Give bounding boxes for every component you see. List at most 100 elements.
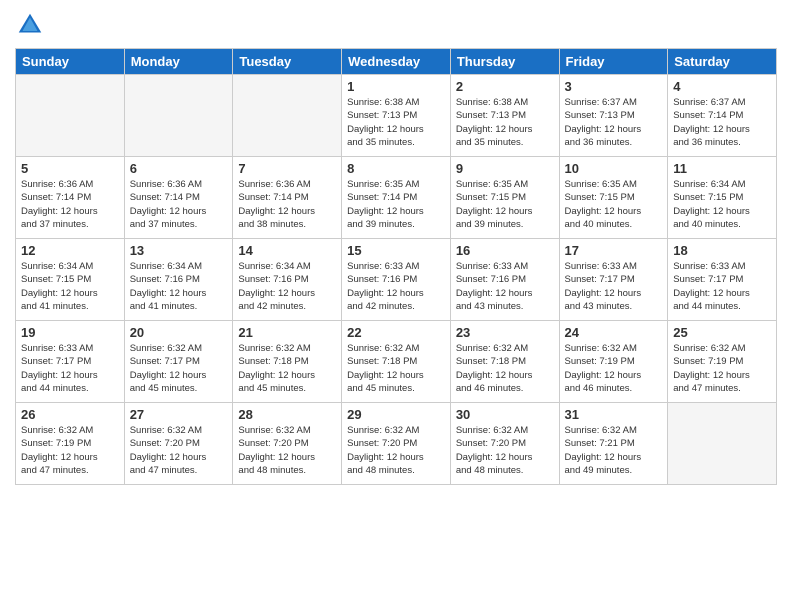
day-info: Sunrise: 6:34 AM Sunset: 7:15 PM Dayligh… [21, 260, 119, 313]
day-info: Sunrise: 6:32 AM Sunset: 7:20 PM Dayligh… [238, 424, 336, 477]
calendar-week-5: 26 Sunrise: 6:32 AM Sunset: 7:19 PM Dayli… [16, 403, 777, 485]
calendar-week-2: 5 Sunrise: 6:36 AM Sunset: 7:14 PM Daylig… [16, 157, 777, 239]
calendar-cell: 1Sunrise: 6:38 AM Sunset: 7:13 PM Daylig… [342, 75, 451, 157]
calendar-week-3: 12 Sunrise: 6:34 AM Sunset: 7:15 PM Dayli… [16, 239, 777, 321]
calendar-cell [668, 403, 777, 485]
day-number: 3 [565, 79, 663, 94]
day-info: Sunrise: 6:32 AM Sunset: 7:18 PM Dayligh… [347, 342, 445, 395]
calendar-header-thursday: Thursday [450, 49, 559, 75]
day-number: 14 [238, 243, 336, 258]
day-info: Sunrise: 6:32 AM Sunset: 7:19 PM Dayligh… [565, 342, 663, 395]
day-info: Sunrise: 6:32 AM Sunset: 7:17 PM Dayligh… [130, 342, 228, 395]
day-number: 16 [456, 243, 554, 258]
day-number: 2 [456, 79, 554, 94]
day-info: Sunrise: 6:33 AM Sunset: 7:17 PM Dayligh… [673, 260, 771, 313]
day-number: 30 [456, 407, 554, 422]
day-number: 12 [21, 243, 119, 258]
calendar-cell: 18Sunrise: 6:33 AM Sunset: 7:17 PM Dayli… [668, 239, 777, 321]
calendar-header-monday: Monday [124, 49, 233, 75]
day-number: 24 [565, 325, 663, 340]
calendar-cell: 3 Sunrise: 6:37 AM Sunset: 7:13 PM Daylig… [559, 75, 668, 157]
day-number: 6 [130, 161, 228, 176]
day-number: 13 [130, 243, 228, 258]
calendar-header-saturday: Saturday [668, 49, 777, 75]
calendar-cell: 31 Sunrise: 6:32 AM Sunset: 7:21 PM Dayli… [559, 403, 668, 485]
day-info: Sunrise: 6:37 AM Sunset: 7:13 PM Dayligh… [565, 96, 663, 149]
day-number: 15 [347, 243, 445, 258]
day-number: 4 [673, 79, 771, 94]
day-info: Sunrise: 6:37 AM Sunset: 7:14 PM Dayligh… [673, 96, 771, 149]
calendar-cell: 4 Sunrise: 6:37 AM Sunset: 7:14 PM Daylig… [668, 75, 777, 157]
page: SundayMondayTuesdayWednesdayThursdayFrid… [0, 0, 792, 612]
day-info: Sunrise: 6:32 AM Sunset: 7:20 PM Dayligh… [347, 424, 445, 477]
calendar-week-1: 1Sunrise: 6:38 AM Sunset: 7:13 PM Daylig… [16, 75, 777, 157]
calendar-cell: 6 Sunrise: 6:36 AM Sunset: 7:14 PM Daylig… [124, 157, 233, 239]
calendar-cell: 19 Sunrise: 6:33 AM Sunset: 7:17 PM Dayli… [16, 321, 125, 403]
calendar-cell: 12 Sunrise: 6:34 AM Sunset: 7:15 PM Dayli… [16, 239, 125, 321]
day-number: 29 [347, 407, 445, 422]
calendar-cell: 21 Sunrise: 6:32 AM Sunset: 7:18 PM Dayli… [233, 321, 342, 403]
calendar-cell [124, 75, 233, 157]
logo-icon [15, 10, 45, 40]
calendar-header: SundayMondayTuesdayWednesdayThursdayFrid… [16, 49, 777, 75]
calendar-cell: 28 Sunrise: 6:32 AM Sunset: 7:20 PM Dayli… [233, 403, 342, 485]
calendar-cell: 17 Sunrise: 6:33 AM Sunset: 7:17 PM Dayli… [559, 239, 668, 321]
day-info: Sunrise: 6:32 AM Sunset: 7:20 PM Dayligh… [130, 424, 228, 477]
day-info: Sunrise: 6:33 AM Sunset: 7:17 PM Dayligh… [21, 342, 119, 395]
calendar-cell: 27Sunrise: 6:32 AM Sunset: 7:20 PM Dayli… [124, 403, 233, 485]
calendar-cell: 10Sunrise: 6:35 AM Sunset: 7:15 PM Dayli… [559, 157, 668, 239]
day-number: 26 [21, 407, 119, 422]
day-info: Sunrise: 6:33 AM Sunset: 7:16 PM Dayligh… [347, 260, 445, 313]
day-number: 19 [21, 325, 119, 340]
day-info: Sunrise: 6:32 AM Sunset: 7:18 PM Dayligh… [238, 342, 336, 395]
calendar-header-sunday: Sunday [16, 49, 125, 75]
day-number: 8 [347, 161, 445, 176]
day-info: Sunrise: 6:32 AM Sunset: 7:20 PM Dayligh… [456, 424, 554, 477]
day-info: Sunrise: 6:32 AM Sunset: 7:19 PM Dayligh… [673, 342, 771, 395]
logo [15, 10, 49, 40]
day-number: 31 [565, 407, 663, 422]
calendar-cell: 14 Sunrise: 6:34 AM Sunset: 7:16 PM Dayli… [233, 239, 342, 321]
calendar-cell: 2 Sunrise: 6:38 AM Sunset: 7:13 PM Daylig… [450, 75, 559, 157]
day-info: Sunrise: 6:34 AM Sunset: 7:16 PM Dayligh… [130, 260, 228, 313]
day-info: Sunrise: 6:32 AM Sunset: 7:19 PM Dayligh… [21, 424, 119, 477]
calendar-cell: 22 Sunrise: 6:32 AM Sunset: 7:18 PM Dayli… [342, 321, 451, 403]
day-info: Sunrise: 6:34 AM Sunset: 7:16 PM Dayligh… [238, 260, 336, 313]
day-info: Sunrise: 6:36 AM Sunset: 7:14 PM Dayligh… [21, 178, 119, 231]
calendar-cell: 5 Sunrise: 6:36 AM Sunset: 7:14 PM Daylig… [16, 157, 125, 239]
calendar-cell [233, 75, 342, 157]
calendar-cell: 20 Sunrise: 6:32 AM Sunset: 7:17 PM Dayli… [124, 321, 233, 403]
day-info: Sunrise: 6:33 AM Sunset: 7:17 PM Dayligh… [565, 260, 663, 313]
day-info: Sunrise: 6:35 AM Sunset: 7:15 PM Dayligh… [565, 178, 663, 231]
calendar-cell: 24 Sunrise: 6:32 AM Sunset: 7:19 PM Dayli… [559, 321, 668, 403]
day-info: Sunrise: 6:35 AM Sunset: 7:15 PM Dayligh… [456, 178, 554, 231]
day-number: 20 [130, 325, 228, 340]
day-info: Sunrise: 6:34 AM Sunset: 7:15 PM Dayligh… [673, 178, 771, 231]
day-number: 17 [565, 243, 663, 258]
day-number: 11 [673, 161, 771, 176]
day-number: 9 [456, 161, 554, 176]
calendar-cell: 9 Sunrise: 6:35 AM Sunset: 7:15 PM Daylig… [450, 157, 559, 239]
day-number: 28 [238, 407, 336, 422]
calendar-cell: 13 Sunrise: 6:34 AM Sunset: 7:16 PM Dayli… [124, 239, 233, 321]
calendar-cell: 15 Sunrise: 6:33 AM Sunset: 7:16 PM Dayli… [342, 239, 451, 321]
calendar-cell: 7Sunrise: 6:36 AM Sunset: 7:14 PM Daylig… [233, 157, 342, 239]
calendar-cell: 29 Sunrise: 6:32 AM Sunset: 7:20 PM Dayli… [342, 403, 451, 485]
day-number: 21 [238, 325, 336, 340]
header [15, 10, 777, 40]
day-info: Sunrise: 6:33 AM Sunset: 7:16 PM Dayligh… [456, 260, 554, 313]
calendar-cell: 11 Sunrise: 6:34 AM Sunset: 7:15 PM Dayli… [668, 157, 777, 239]
day-number: 7 [238, 161, 336, 176]
calendar-header-friday: Friday [559, 49, 668, 75]
calendar-header-wednesday: Wednesday [342, 49, 451, 75]
calendar: SundayMondayTuesdayWednesdayThursdayFrid… [15, 48, 777, 485]
day-info: Sunrise: 6:38 AM Sunset: 7:13 PM Dayligh… [456, 96, 554, 149]
calendar-body: 1Sunrise: 6:38 AM Sunset: 7:13 PM Daylig… [16, 75, 777, 485]
day-number: 25 [673, 325, 771, 340]
calendar-cell: 16 Sunrise: 6:33 AM Sunset: 7:16 PM Dayli… [450, 239, 559, 321]
day-info: Sunrise: 6:36 AM Sunset: 7:14 PM Dayligh… [130, 178, 228, 231]
day-number: 22 [347, 325, 445, 340]
day-number: 5 [21, 161, 119, 176]
day-info: Sunrise: 6:32 AM Sunset: 7:21 PM Dayligh… [565, 424, 663, 477]
calendar-cell: 8Sunrise: 6:35 AM Sunset: 7:14 PM Daylig… [342, 157, 451, 239]
